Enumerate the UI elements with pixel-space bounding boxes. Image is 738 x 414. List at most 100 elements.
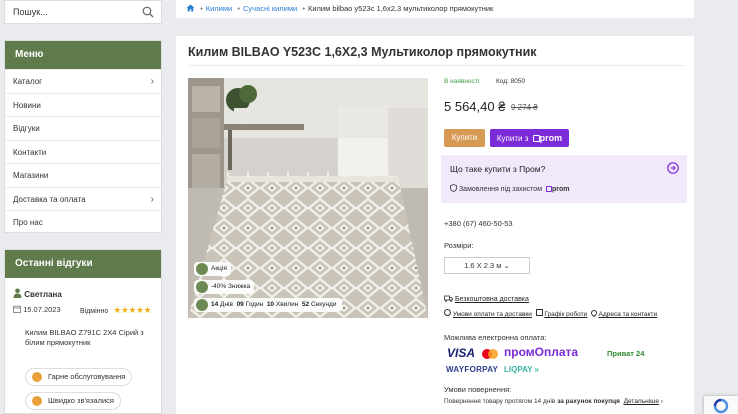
address-link[interactable]: Адреса та контакти	[599, 311, 658, 318]
product-old-price: 9 274 ₴	[511, 103, 538, 112]
chevron-right-icon: ›	[150, 76, 154, 87]
timer-minutes: 10	[266, 301, 275, 308]
search-icon[interactable]	[142, 6, 154, 18]
chevron-right-icon: ›	[150, 193, 154, 205]
product-title: Килим BILBAO Y523C 1,6X2,3 Мультиколор п…	[188, 45, 537, 59]
chevron-down-icon: ⌄	[503, 261, 510, 270]
menu-item-stores[interactable]: Магазини	[5, 163, 161, 187]
review-tag: Гарне обслуговування	[25, 368, 133, 386]
menu-item-about[interactable]: Про нас	[5, 210, 161, 234]
review-rating-label: Відмінно	[80, 308, 109, 315]
menu-item-contacts[interactable]: Контакти	[5, 139, 161, 164]
home-icon[interactable]	[186, 4, 195, 12]
buy-with-prom-label: Купити з	[496, 134, 529, 143]
review-product: Килим BILBAO Z791C 2X4 Сірий з білим пря…	[25, 328, 144, 347]
size-select-value: 1.6 X 2.3 м	[464, 261, 502, 270]
sizes-label: Розміри:	[444, 241, 474, 250]
free-delivery[interactable]: Безкоштовна доставка	[444, 295, 529, 303]
prom-question: Що таке купити з Пром?	[450, 164, 546, 174]
breadcrumb-current: Килим bilbao y523c 1,6x2,3 мультиколор п…	[307, 4, 494, 13]
calendar-icon	[535, 309, 543, 316]
action-badge: Акція	[194, 262, 231, 276]
prom-protection-label: Замовлення під захистом	[458, 186, 543, 193]
recaptcha-badge[interactable]	[704, 396, 738, 414]
product-price: 5 564,40 ₴	[444, 99, 506, 114]
menu-item-news[interactable]: Новини	[5, 92, 161, 117]
prom-protection: Замовлення під захистом prom	[450, 184, 569, 193]
menu-title: Меню	[5, 41, 161, 69]
breadcrumb: • Килими • Сучасні килими • Килим bilbao y5…	[176, 0, 694, 18]
returns-text: Повернення товару протягом 14 днів	[444, 398, 556, 405]
breadcrumb-link[interactable]: Сучасні килими	[243, 4, 297, 13]
menu-item-reviews[interactable]: Відгуки	[5, 116, 161, 140]
review-tag-label: Швидко зв'язалися	[48, 396, 114, 405]
sidebar-menu: Меню Каталог › Новини Відгуки Контакти Ма…	[4, 40, 162, 233]
payment-label: Можлива електронна оплата:	[444, 333, 547, 342]
menu-item-label: Контакти	[13, 147, 47, 157]
buy-with-prom-button[interactable]: Купити з prom	[490, 129, 569, 147]
thumbs-up-icon	[32, 396, 42, 406]
timer-days: 14	[211, 301, 219, 308]
review-date-text: 15.07.2023	[23, 305, 61, 314]
menu-item-catalog[interactable]: Каталог ›	[5, 69, 161, 93]
liqpay-label: LIQPAY	[504, 365, 533, 374]
discount-badge: -40% Знижка	[194, 280, 255, 294]
returns-label: Умови повернення:	[444, 385, 512, 394]
review-author-name: Светлана	[24, 290, 62, 299]
menu-item-label: Доставка та оплата	[13, 194, 86, 204]
review-date: 15.07.2023	[13, 305, 61, 314]
menu-item-label: Каталог	[13, 77, 43, 86]
product-code: Код: 8050	[496, 78, 525, 85]
timer-hours-label: Годин	[245, 301, 264, 308]
phone-number[interactable]: +380 (67) 460-50-53	[444, 219, 513, 228]
details-link[interactable]: Детальніше	[624, 398, 659, 405]
tag-icon	[196, 263, 208, 275]
truck-icon	[444, 295, 453, 302]
review-tag: Швидко зв'язалися	[25, 392, 121, 410]
location-pin-icon	[589, 308, 599, 318]
prom-info-box[interactable]: Що таке купити з Пром? Замовлення під за…	[441, 155, 687, 203]
menu-item-label: Відгуки	[13, 124, 40, 133]
search-box	[4, 0, 162, 24]
discount-badge-label: -40% Знижка	[211, 283, 251, 290]
free-delivery-link: Безкоштовна доставка	[454, 296, 529, 303]
buy-button[interactable]: Купити	[444, 129, 485, 147]
liqpay-logo: LIQPAY »	[504, 365, 539, 374]
product-image[interactable]: Акція -40% Знижка 14 Днів 09 Годин 10 Хв…	[188, 78, 428, 318]
returns-bold: за рахунок покупця	[557, 398, 620, 405]
review-tag-label: Гарне обслуговування	[48, 372, 126, 381]
shield-icon	[450, 184, 457, 192]
reviews-title: Останні відгуки	[5, 250, 161, 278]
mastercard-icon	[482, 349, 498, 359]
user-icon	[13, 288, 22, 298]
menu-item-label: Магазини	[13, 171, 49, 180]
calendar-icon	[13, 305, 21, 313]
product-code-label: Код:	[496, 78, 509, 85]
search-input[interactable]	[5, 1, 135, 23]
menu-item-label: Новини	[13, 100, 41, 110]
visa-logo: VISA	[447, 346, 476, 360]
info-links: Умови оплати та доставки Графік роботи А…	[444, 308, 658, 318]
timer-minutes-label: Хвилин	[275, 301, 299, 308]
prom-payment-logo: промОплата	[504, 345, 579, 359]
percent-icon	[196, 281, 208, 293]
timer-hours: 09	[236, 301, 244, 308]
breadcrumb-link[interactable]: Килими	[206, 4, 232, 13]
arrow-right-circle-icon[interactable]	[667, 162, 679, 174]
schedule-link[interactable]: Графік роботи	[544, 311, 587, 318]
timer-seconds: 52	[301, 301, 310, 308]
star-rating-icon: ★★★★★	[113, 305, 152, 315]
size-select[interactable]: 1.6 X 2.3 м ⌄	[444, 257, 530, 274]
menu-item-label: Про нас	[13, 218, 43, 227]
prom-brand: prom	[539, 133, 563, 143]
prom-logo-icon	[532, 135, 540, 142]
info-circle-icon	[444, 309, 451, 316]
prom-brand: prom	[551, 186, 570, 193]
menu-item-delivery[interactable]: Доставка та оплата ›	[5, 186, 161, 211]
payment-delivery-link[interactable]: Умови оплати та доставки	[453, 311, 532, 318]
timer-days-label: Днів	[220, 301, 233, 308]
clock-icon	[196, 299, 208, 311]
returns-info: Повернення товару протягом 14 днів за ра…	[444, 398, 663, 405]
review-author: Светлана	[13, 288, 62, 299]
countdown-timer: 14 Днів 09 Годин 10 Хвилин 52 Секунди	[194, 298, 343, 312]
